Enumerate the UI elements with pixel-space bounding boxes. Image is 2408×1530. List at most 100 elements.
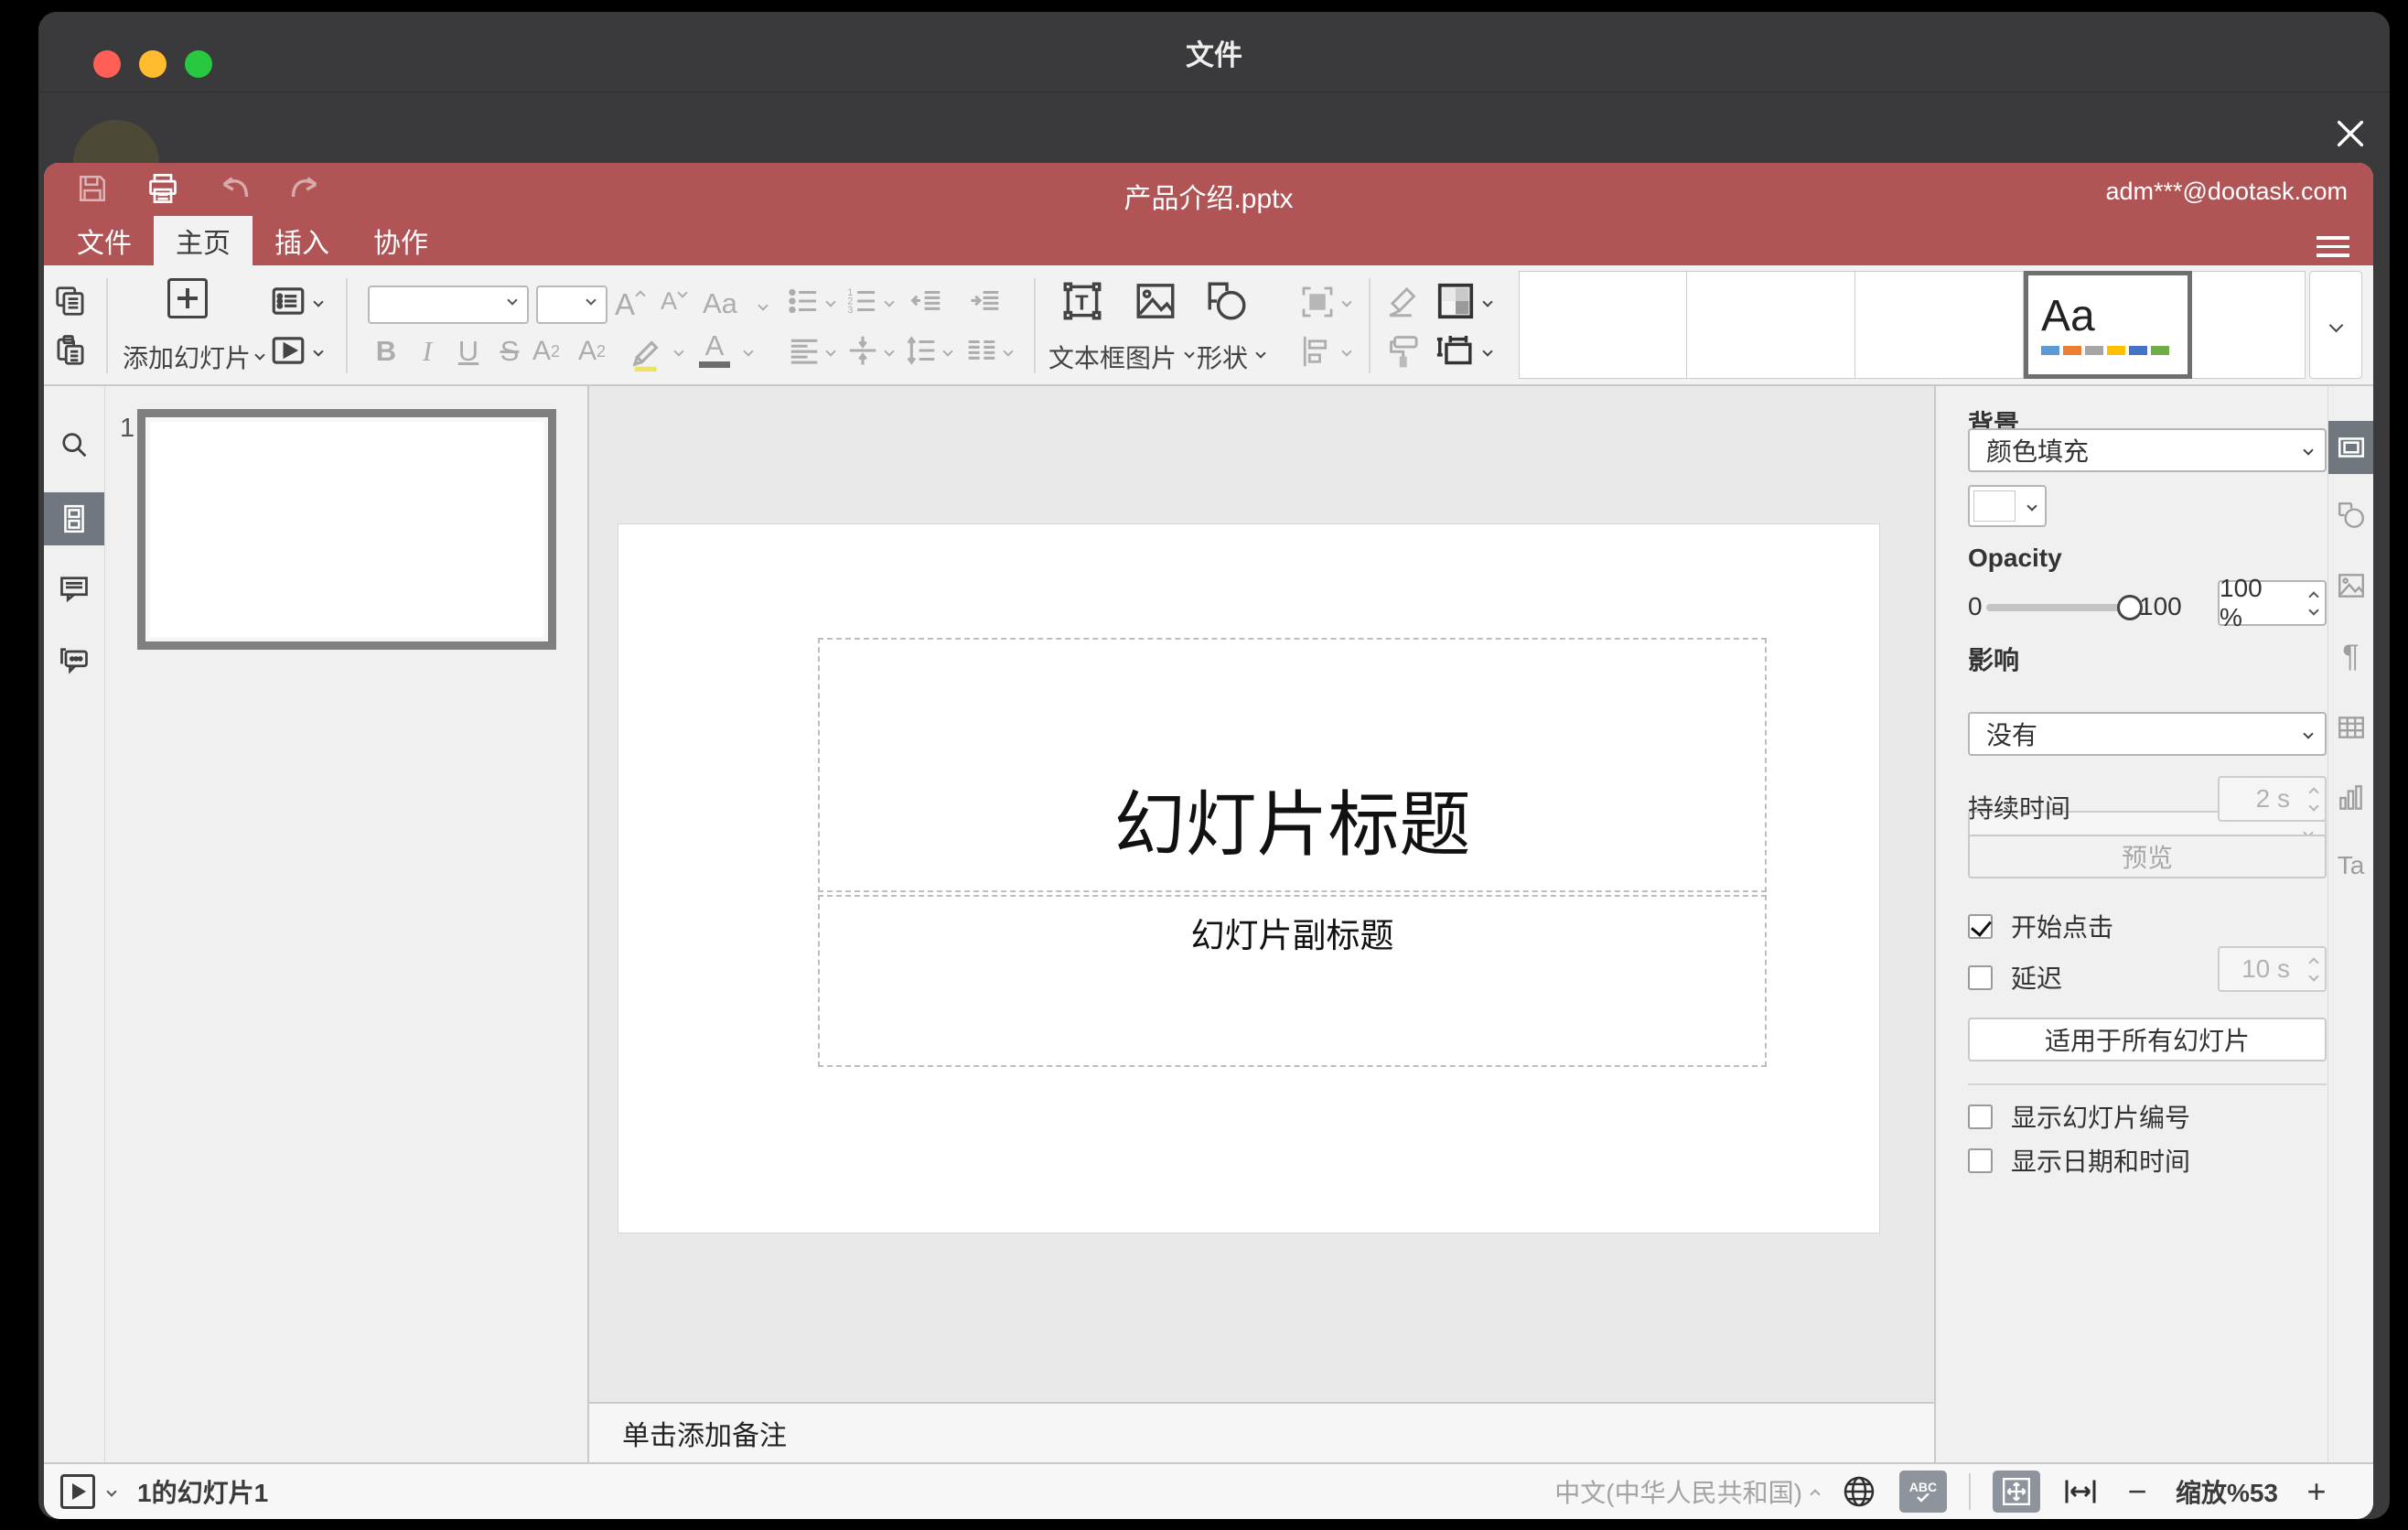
image-settings-icon[interactable] xyxy=(2328,559,2373,612)
slide-size-chevron-icon[interactable] xyxy=(1482,346,1493,357)
show-slide-number-checkbox[interactable] xyxy=(1968,1104,1993,1129)
copy-icon[interactable] xyxy=(53,284,88,318)
fit-width-icon[interactable] xyxy=(2062,1473,2099,1510)
align-shape-chevron-icon[interactable] xyxy=(1341,346,1352,357)
text-box-icon[interactable]: T xyxy=(1059,278,1105,324)
decrease-indent-icon[interactable] xyxy=(909,284,944,318)
shape-icon[interactable] xyxy=(1204,278,1250,324)
tab-file[interactable]: 文件 xyxy=(55,216,154,265)
start-on-click-checkbox[interactable] xyxy=(1968,913,1993,939)
notes-input[interactable]: 单击添加备注 xyxy=(589,1402,1934,1462)
vertical-align-chevron-icon[interactable] xyxy=(884,346,895,357)
italic-icon[interactable]: I xyxy=(409,331,446,372)
arrange-shape-chevron-icon[interactable] xyxy=(1341,296,1352,307)
slide-background-chevron-icon[interactable] xyxy=(1482,296,1493,307)
numbered-list-chevron-icon[interactable] xyxy=(884,296,895,307)
add-slide-icon[interactable] xyxy=(167,278,208,318)
horizontal-align-icon[interactable] xyxy=(787,333,822,368)
search-icon[interactable] xyxy=(44,419,104,472)
superscript-icon[interactable]: A2 xyxy=(532,331,560,372)
font-color-icon[interactable]: A xyxy=(699,331,730,368)
line-spacing-chevron-icon[interactable] xyxy=(942,346,953,357)
paragraph-settings-icon[interactable]: ¶ xyxy=(2328,630,2373,683)
subscript-icon[interactable]: A2 xyxy=(578,331,606,372)
theme-option-selected[interactable]: Aa xyxy=(2024,271,2192,379)
bullet-list-icon[interactable] xyxy=(787,284,822,318)
language-selector[interactable]: 中文(中华人民共和国) xyxy=(1554,1473,1821,1510)
tab-collaboration[interactable]: 协作 xyxy=(351,216,450,265)
comments-icon[interactable] xyxy=(44,562,104,615)
paste-icon[interactable] xyxy=(53,333,88,368)
zoom-out-icon[interactable]: − xyxy=(2121,1472,2154,1511)
slide-layout-icon[interactable] xyxy=(269,282,307,320)
underline-icon[interactable]: U xyxy=(450,331,487,372)
slide-thumbnail-selected[interactable] xyxy=(137,409,556,650)
shape-chevron-icon[interactable] xyxy=(1255,348,1266,359)
theme-option[interactable] xyxy=(1687,271,1855,379)
fit-slide-icon[interactable] xyxy=(1992,1471,2040,1513)
effect-select[interactable]: 没有 xyxy=(1968,712,2327,756)
textart-settings-icon[interactable]: Ta xyxy=(2328,839,2373,892)
start-slideshow-chevron-icon[interactable] xyxy=(313,346,324,357)
highlight-color-icon[interactable] xyxy=(628,333,666,372)
slide-layout-chevron-icon[interactable] xyxy=(313,296,324,307)
opacity-slider[interactable] xyxy=(1986,595,2143,620)
image-button[interactable]: 图片 xyxy=(1122,339,1180,375)
theme-gallery-expand-icon[interactable] xyxy=(2309,271,2362,379)
font-grow-icon[interactable]: A xyxy=(615,287,646,322)
tab-home[interactable]: 主页 xyxy=(154,216,253,265)
shape-settings-icon[interactable] xyxy=(2328,489,2373,542)
font-size-select[interactable] xyxy=(536,286,607,324)
slide-settings-icon[interactable] xyxy=(2328,421,2373,474)
image-icon[interactable] xyxy=(1133,278,1178,324)
show-date-time-checkbox[interactable] xyxy=(1968,1148,1993,1173)
format-painter-icon[interactable] xyxy=(1385,331,1424,370)
table-settings-icon[interactable] xyxy=(2328,701,2373,754)
font-shrink-icon[interactable]: A xyxy=(661,286,688,316)
tab-insert[interactable]: 插入 xyxy=(253,216,351,265)
highlight-color-chevron-icon[interactable] xyxy=(673,346,684,357)
subtitle-placeholder[interactable]: 幻灯片副标题 xyxy=(818,895,1767,1067)
start-slideshow-icon[interactable] xyxy=(269,331,307,370)
columns-icon[interactable] xyxy=(964,333,999,368)
close-icon[interactable] xyxy=(2327,111,2373,156)
increase-indent-icon[interactable] xyxy=(968,284,1003,318)
vertical-align-icon[interactable] xyxy=(845,333,880,368)
menu-icon[interactable] xyxy=(2317,231,2349,257)
opacity-spinner[interactable]: 100 % xyxy=(2218,574,2327,631)
slide-size-icon[interactable] xyxy=(1435,331,1477,373)
spellcheck-toggle-icon[interactable]: ABC xyxy=(1898,1471,1947,1513)
font-name-select[interactable] xyxy=(368,286,529,324)
apply-to-all-slides-button[interactable]: 适用于所有幻灯片 xyxy=(1968,1018,2327,1061)
slides-panel-icon[interactable] xyxy=(44,492,104,545)
zoom-in-icon[interactable]: + xyxy=(2300,1472,2333,1511)
change-case-chevron-icon[interactable] xyxy=(758,300,769,311)
delay-checkbox[interactable] xyxy=(1968,964,1993,990)
add-slide-chevron-icon[interactable] xyxy=(254,350,265,361)
theme-option[interactable] xyxy=(2192,271,2306,379)
chat-icon[interactable] xyxy=(44,633,104,686)
text-box-button[interactable]: 文本框 xyxy=(1043,339,1131,375)
theme-option[interactable] xyxy=(1519,271,1687,379)
strikethrough-icon[interactable]: S xyxy=(491,331,528,372)
numbered-list-icon[interactable]: 123 xyxy=(845,284,880,318)
shape-button[interactable]: 形状 xyxy=(1193,339,1252,375)
slideshow-options-chevron-icon[interactable] xyxy=(106,1486,117,1497)
spellcheck-language-icon[interactable] xyxy=(1841,1473,1877,1510)
background-color-swatch[interactable] xyxy=(1968,485,2047,527)
slide-background-color-icon[interactable] xyxy=(1435,280,1477,322)
bullet-list-chevron-icon[interactable] xyxy=(825,296,836,307)
columns-chevron-icon[interactable] xyxy=(1003,346,1014,357)
font-color-chevron-icon[interactable] xyxy=(743,346,754,357)
horizontal-align-chevron-icon[interactable] xyxy=(825,346,836,357)
change-case-icon[interactable]: Aa xyxy=(703,287,737,320)
line-spacing-icon[interactable] xyxy=(904,333,939,368)
theme-option[interactable] xyxy=(1855,271,2024,379)
bold-icon[interactable]: B xyxy=(368,331,404,372)
slide-canvas[interactable]: 幻灯片标题 幻灯片副标题 xyxy=(618,523,1880,1234)
background-fill-select[interactable]: 颜色填充 xyxy=(1968,428,2327,472)
chart-settings-icon[interactable] xyxy=(2328,771,2373,824)
add-slide-button[interactable]: 添加幻灯片 xyxy=(123,339,251,375)
eraser-icon[interactable] xyxy=(1385,282,1424,320)
arrange-shape-icon[interactable] xyxy=(1299,284,1336,320)
